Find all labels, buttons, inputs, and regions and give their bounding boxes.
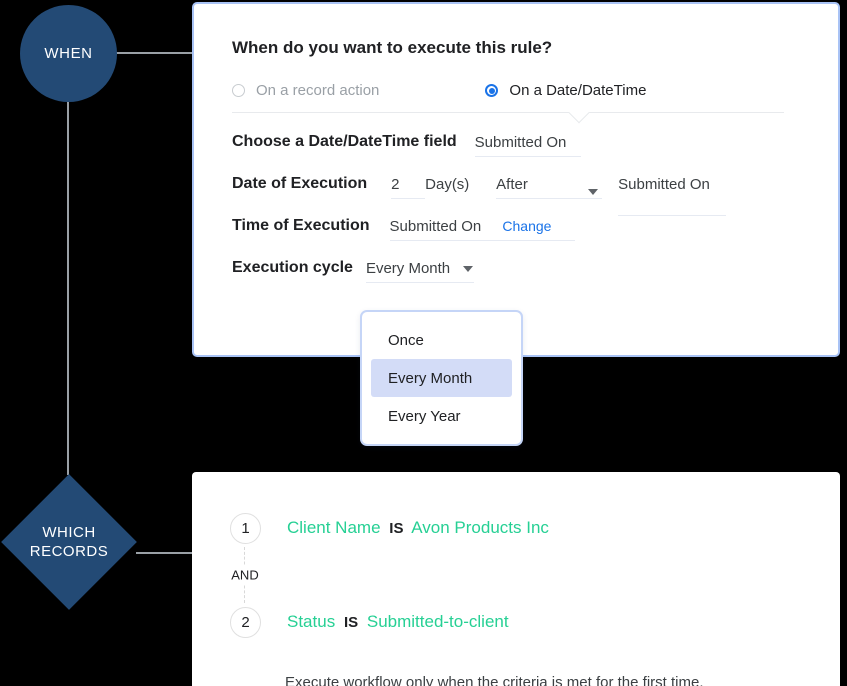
row-choose-datetime-field-label: Choose a Date/DateTime field <box>232 133 457 150</box>
time-of-execution-value: Submitted On <box>389 218 482 235</box>
row-date-of-execution: Date of Execution 2 Day(s) After Submitt… <box>232 173 800 216</box>
when-form-rows: Choose a Date/DateTime field Submitted O… <box>232 131 800 299</box>
radio-unchecked-icon[interactable] <box>232 84 245 97</box>
criteria-value[interactable]: Avon Products Inc <box>411 518 549 537</box>
criteria-row[interactable]: 2 Status IS Submitted-to-client <box>230 603 840 641</box>
trigger-type-radio-group: On a record action On a Date/DateTime <box>232 82 800 99</box>
row-choose-datetime-field: Choose a Date/DateTime field Submitted O… <box>232 131 800 173</box>
which-records-card-body: 1 Client Name IS Avon Products Inc AND 2… <box>192 472 840 686</box>
row-execution-cycle-label: Execution cycle <box>232 259 353 276</box>
execution-cycle-select[interactable]: Every Month <box>365 257 474 283</box>
criteria-operator[interactable]: IS <box>389 520 403 537</box>
criteria-expression: Status IS Submitted-to-client <box>287 612 509 632</box>
criteria-join-block: AND <box>230 547 840 603</box>
time-of-execution-field[interactable]: Submitted On Change <box>389 215 575 241</box>
connector-when-to-card <box>116 52 194 54</box>
criteria-join-operator[interactable]: AND <box>230 565 260 585</box>
row-time-of-execution: Time of Execution Submitted On Change <box>232 215 800 257</box>
criteria-operator[interactable]: IS <box>344 614 358 631</box>
radio-option-on-date-datetime[interactable]: On a Date/DateTime <box>485 82 646 99</box>
criteria-index-badge: 2 <box>230 606 261 638</box>
when-card-body: When do you want to execute this rule? O… <box>194 4 838 299</box>
execution-offset-unit-label: Day(s) <box>425 176 470 193</box>
which-records-stage-label: WHICH RECORDS <box>1 474 137 610</box>
criteria-list: 1 Client Name IS Avon Products Inc AND 2… <box>230 509 840 641</box>
criteria-field[interactable]: Client Name <box>287 518 381 537</box>
execution-cycle-value: Every Month <box>365 260 451 277</box>
which-records-stage-badge: WHICH RECORDS <box>1 474 137 610</box>
radio-option-on-record-action[interactable]: On a record action <box>232 82 379 99</box>
execution-relation-select[interactable]: After <box>496 173 603 199</box>
row-time-of-execution-label: Time of Execution <box>232 217 370 234</box>
execution-relation-target[interactable]: Submitted On <box>618 173 727 216</box>
when-configuration-card: When do you want to execute this rule? O… <box>192 2 840 357</box>
which-records-criteria-card: 1 Client Name IS Avon Products Inc AND 2… <box>192 472 840 686</box>
trigger-divider <box>232 112 784 113</box>
which-records-label-line2: RECORDS <box>29 543 109 560</box>
when-card-question: When do you want to execute this rule? <box>232 38 553 57</box>
execution-relation-value: After <box>496 176 528 193</box>
radio-checked-icon[interactable] <box>485 84 499 97</box>
chevron-down-icon[interactable] <box>463 266 474 273</box>
change-time-link[interactable]: Change <box>502 218 551 234</box>
datetime-field-select[interactable]: Submitted On <box>474 131 581 157</box>
radio-option-on-record-action-label: On a record action <box>256 82 380 99</box>
menu-item-every-month[interactable]: Every Month <box>371 359 512 397</box>
menu-item-once[interactable]: Once <box>371 321 512 359</box>
when-stage-label: WHEN <box>44 45 93 62</box>
which-records-label-line1: WHICH <box>42 524 96 541</box>
criteria-note: Execute workflow only when the criteria … <box>285 674 704 686</box>
row-date-of-execution-label: Date of Execution <box>232 175 368 192</box>
row-execution-cycle: Execution cycle Every Month <box>232 257 800 299</box>
execution-offset-input[interactable]: 2 <box>391 173 426 199</box>
menu-item-every-year[interactable]: Every Year <box>371 397 512 435</box>
execution-cycle-dropdown-menu[interactable]: Once Every Month Every Year <box>360 310 523 446</box>
criteria-expression: Client Name IS Avon Products Inc <box>287 518 549 538</box>
when-stage-badge: WHEN <box>20 5 117 102</box>
criteria-field[interactable]: Status <box>287 612 335 631</box>
criteria-row[interactable]: 1 Client Name IS Avon Products Inc <box>230 509 840 547</box>
criteria-value[interactable]: Submitted-to-client <box>367 612 509 631</box>
selected-tab-notch-icon <box>568 112 590 124</box>
connector-which-to-card <box>136 552 194 554</box>
connector-vertical-spine <box>67 100 69 475</box>
radio-option-on-date-datetime-label: On a Date/DateTime <box>509 82 647 99</box>
criteria-index-badge: 1 <box>230 512 261 544</box>
chevron-down-icon[interactable] <box>588 189 599 195</box>
